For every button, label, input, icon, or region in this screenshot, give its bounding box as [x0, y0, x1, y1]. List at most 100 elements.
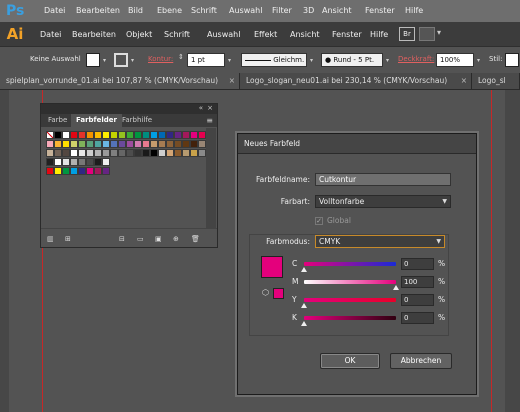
- deckkraft-label[interactable]: Deckkraft:: [398, 55, 434, 63]
- channel-value-y[interactable]: 0: [401, 294, 434, 306]
- panel-titlebar[interactable]: « ×: [41, 104, 217, 114]
- swatch[interactable]: [118, 131, 126, 139]
- swatch[interactable]: [62, 158, 70, 166]
- trash-icon[interactable]: 🗑: [191, 235, 200, 243]
- swatch[interactable]: [174, 140, 182, 148]
- swatch[interactable]: [94, 158, 102, 166]
- swatch[interactable]: [70, 140, 78, 148]
- swatch[interactable]: [158, 149, 166, 157]
- swatch[interactable]: [54, 149, 62, 157]
- library-icon[interactable]: ▥: [47, 235, 54, 243]
- swatch[interactable]: [142, 149, 150, 157]
- close-icon[interactable]: ×: [229, 73, 235, 89]
- channel-slider-m[interactable]: [304, 280, 396, 284]
- brush-select[interactable]: ● Rund - 5 Pt.: [321, 53, 383, 67]
- swatch[interactable]: [62, 167, 70, 175]
- dialog-titlebar[interactable]: Neues Farbfeld: [238, 134, 476, 154]
- swatch[interactable]: [54, 131, 62, 139]
- swatch[interactable]: [86, 158, 94, 166]
- swatch[interactable]: [94, 131, 102, 139]
- slider-thumb[interactable]: [393, 285, 399, 290]
- swatch[interactable]: [46, 140, 54, 148]
- swatch[interactable]: [118, 149, 126, 157]
- swatch[interactable]: [78, 167, 86, 175]
- swatch[interactable]: [198, 131, 206, 139]
- ai-menu-datei[interactable]: Datei: [40, 30, 61, 39]
- tab-logo-slogan[interactable]: Logo_slogan_neu01.ai bei 230,14 % (CMYK/…: [240, 73, 472, 89]
- close-icon[interactable]: ×: [461, 73, 467, 89]
- swatch[interactable]: [166, 140, 174, 148]
- slider-thumb[interactable]: [301, 267, 307, 272]
- swatch[interactable]: [102, 131, 110, 139]
- chevron-down-icon[interactable]: ▾: [131, 57, 134, 64]
- swatch[interactable]: [70, 167, 78, 175]
- cancel-button[interactable]: Abbrechen: [390, 353, 452, 369]
- swatch[interactable]: [174, 131, 182, 139]
- swatch[interactable]: [190, 149, 198, 157]
- swatch[interactable]: [102, 149, 110, 157]
- stroke-profile-select[interactable]: Gleichm.: [241, 53, 307, 67]
- chevron-down-icon[interactable]: ▾: [228, 57, 231, 64]
- web-safe-color-swatch[interactable]: [273, 288, 284, 299]
- swatch[interactable]: [190, 131, 198, 139]
- swatch[interactable]: [134, 149, 142, 157]
- close-icon[interactable]: ×: [207, 104, 213, 112]
- style-swatch[interactable]: [505, 53, 519, 67]
- swatch[interactable]: [46, 167, 54, 175]
- swatch[interactable]: [158, 131, 166, 139]
- swatch[interactable]: [126, 140, 134, 148]
- ps-menu-auswahl[interactable]: Auswahl: [229, 6, 262, 15]
- swatch[interactable]: [78, 158, 86, 166]
- swatch[interactable]: [182, 149, 190, 157]
- out-of-gamut-cube-icon[interactable]: ⬡: [262, 288, 269, 297]
- none-swatch[interactable]: [46, 131, 54, 139]
- ps-menu-ebene[interactable]: Ebene: [157, 6, 182, 15]
- swatch[interactable]: [142, 131, 150, 139]
- swatch[interactable]: [94, 140, 102, 148]
- deckkraft-field[interactable]: 100%: [436, 53, 474, 67]
- swatch[interactable]: [70, 158, 78, 166]
- swatch[interactable]: [166, 149, 174, 157]
- swatch[interactable]: [46, 149, 54, 157]
- swatch[interactable]: [94, 167, 102, 175]
- swatch[interactable]: [78, 131, 86, 139]
- tab-logo-sl[interactable]: Logo_sl: [472, 73, 520, 89]
- swatch[interactable]: [102, 167, 110, 175]
- swatch[interactable]: [62, 149, 70, 157]
- swatch[interactable]: [182, 140, 190, 148]
- swatch[interactable]: [158, 140, 166, 148]
- swatch[interactable]: [110, 149, 118, 157]
- ai-menu-ansicht[interactable]: Ansicht: [290, 30, 320, 39]
- swatch[interactable]: [126, 131, 134, 139]
- swatch[interactable]: [86, 149, 94, 157]
- swatch[interactable]: [78, 149, 86, 157]
- ps-menu-3d[interactable]: 3D: [303, 6, 314, 15]
- ai-menu-auswahl[interactable]: Auswahl: [207, 30, 240, 39]
- stroke-swatch[interactable]: [114, 53, 128, 67]
- swatch-options-icon[interactable]: ⊟: [119, 235, 125, 243]
- ai-menu-effekt[interactable]: Effekt: [254, 30, 277, 39]
- chevron-down-icon[interactable]: ▾: [310, 57, 313, 64]
- kontur-value-field[interactable]: 1 pt: [187, 53, 225, 67]
- swatch[interactable]: [110, 131, 118, 139]
- swatch[interactable]: [174, 149, 182, 157]
- swatch[interactable]: [46, 158, 54, 166]
- swatch[interactable]: [198, 140, 206, 148]
- tab-farbfelder[interactable]: Farbfelder: [71, 114, 122, 127]
- ok-button[interactable]: OK: [320, 353, 380, 369]
- color-type-select[interactable]: Volltonfarbe ▼: [315, 195, 451, 208]
- global-option[interactable]: ✓ Global: [315, 216, 351, 225]
- swatch[interactable]: [134, 131, 142, 139]
- swatch[interactable]: [86, 167, 94, 175]
- swatch[interactable]: [62, 131, 70, 139]
- swatch[interactable]: [102, 158, 110, 166]
- ai-menu-hilfe[interactable]: Hilfe: [370, 30, 388, 39]
- swatch[interactable]: [78, 140, 86, 148]
- channel-slider-k[interactable]: [304, 316, 396, 320]
- swatch[interactable]: [110, 140, 118, 148]
- ps-menu-fenster[interactable]: Fenster: [365, 6, 395, 15]
- stepper-icon[interactable]: ⇕: [178, 53, 184, 61]
- ps-menu-hilfe[interactable]: Hilfe: [405, 6, 423, 15]
- swatch[interactable]: [54, 158, 62, 166]
- channel-slider-y[interactable]: [304, 298, 396, 302]
